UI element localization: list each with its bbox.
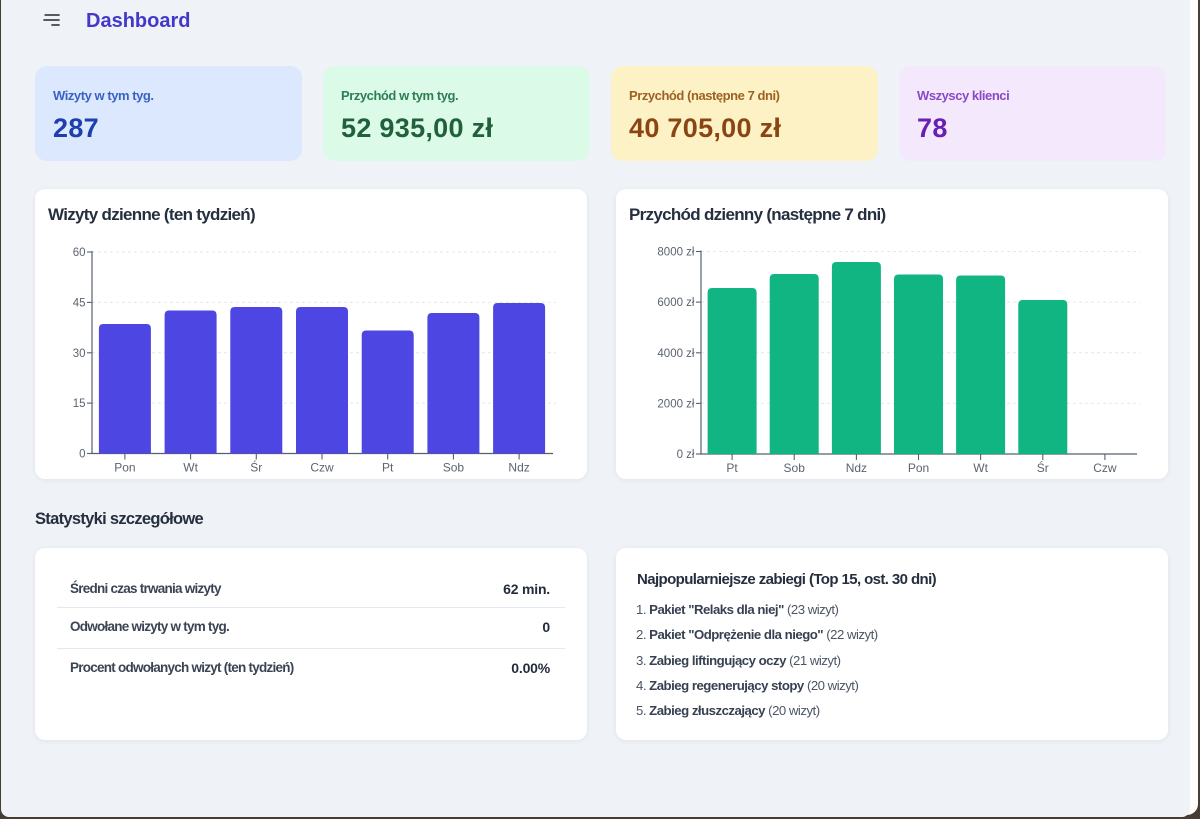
svg-text:Czw: Czw [310,461,334,475]
svg-text:2000 zł: 2000 zł [657,398,695,410]
svg-text:60: 60 [73,247,86,259]
svg-text:Ndz: Ndz [846,461,867,475]
svg-text:Czw: Czw [1093,461,1117,475]
svg-text:Pt: Pt [382,461,394,475]
svg-text:Sob: Sob [784,461,806,475]
svg-text:4000 zł: 4000 zł [657,348,695,360]
svg-text:Ndz: Ndz [508,461,529,475]
svg-text:6000 zł: 6000 zł [657,297,695,309]
svg-text:15: 15 [73,398,86,410]
svg-text:Wt: Wt [183,461,198,475]
svg-text:Sob: Sob [443,461,465,475]
svg-text:30: 30 [73,348,86,360]
svg-text:Śr: Śr [1037,460,1049,475]
svg-text:Pon: Pon [908,461,929,475]
svg-text:8000 zł: 8000 zł [657,247,695,259]
svg-text:Wt: Wt [973,461,988,475]
svg-text:Śr: Śr [250,460,262,475]
svg-text:Pt: Pt [726,461,738,475]
svg-text:Pon: Pon [114,461,135,475]
svg-text:45: 45 [73,297,86,309]
svg-text:0 zł: 0 zł [677,449,695,461]
svg-text:0: 0 [79,449,85,461]
